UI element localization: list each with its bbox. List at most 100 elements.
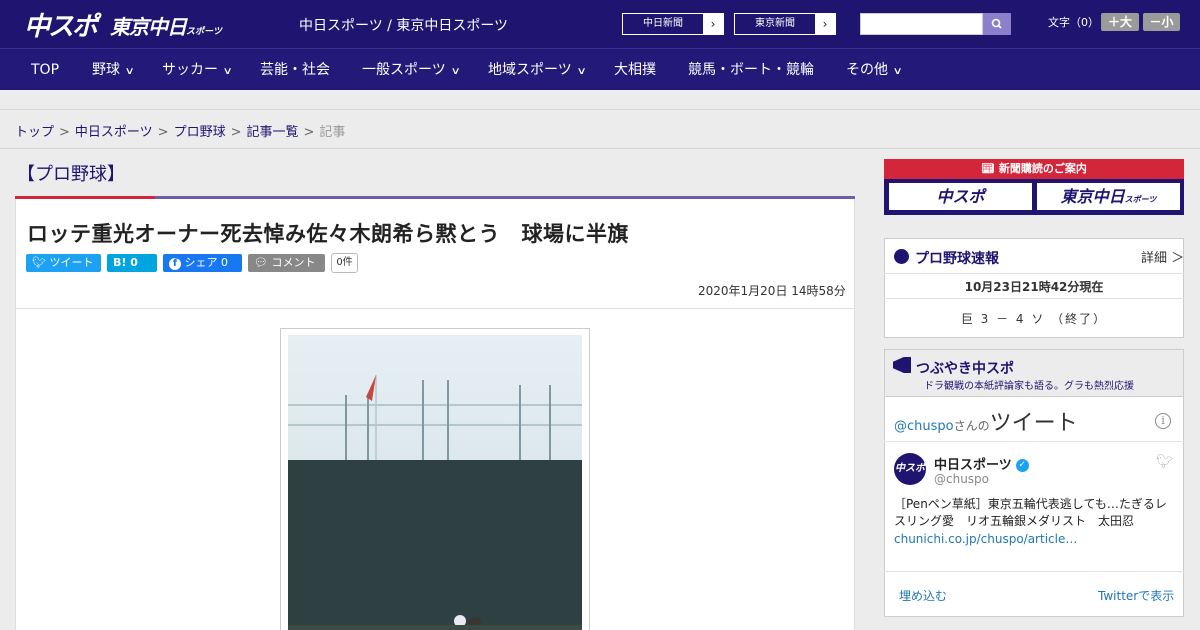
chevron-down-icon: ∨ <box>450 66 461 77</box>
tweet-separator <box>884 441 1184 442</box>
breadcrumb-current: 記事 <box>319 125 346 140</box>
score-updated: 10月23日21時42分現在 <box>964 280 1104 294</box>
chevron-right-icon: › <box>815 14 835 34</box>
breadcrumb-article-list[interactable]: 記事一覧 <box>247 125 299 140</box>
facebook-share-button[interactable]: f シェア 0 <box>163 254 242 272</box>
info-icon[interactable]: i <box>1155 413 1171 429</box>
nav-label: その他 <box>846 62 888 78</box>
title-accent-red <box>15 196 155 199</box>
tweets-by-heading[interactable]: @chuspoさんのツイート <box>894 405 1078 437</box>
chevron-down-icon: ∨ <box>576 66 587 77</box>
font-larger-button[interactable]: ＋大 <box>1101 13 1139 31</box>
breadcrumb-pro-baseball[interactable]: プロ野球 <box>174 125 226 140</box>
tweet-footer-separator <box>884 571 1184 572</box>
site-title[interactable]: 中日スポーツ / 東京中日スポーツ <box>299 15 508 35</box>
speech-bubble-icon: 💬︎ <box>254 256 268 269</box>
tweet-link[interactable]: chunichi.co.jp/chuspo/article… <box>894 532 1077 546</box>
comment-label: コメント <box>271 256 316 269</box>
title-accent-purple <box>155 196 855 199</box>
nav-racing[interactable]: 競馬・ボート・競輪 <box>688 49 814 91</box>
tweet-account-handle[interactable]: @chuspo <box>934 472 989 486</box>
tokyo-chunichi-logo[interactable]: 東京中日スポーツ <box>110 11 222 40</box>
comment-count: 0件 <box>331 253 358 273</box>
tweets-subtitle: ドラ観戦の本紙評論家も語る。グラも熱烈応援 <box>924 381 1134 392</box>
tweets-handle: @chuspo <box>894 419 954 434</box>
nav-label: 大相撲 <box>614 62 656 78</box>
article-divider <box>16 308 854 309</box>
stadium-photo <box>288 335 582 630</box>
subscribe-tokyo-label: 東京中日 <box>1060 187 1125 206</box>
tweets-handle-suffix: さんの <box>953 419 990 433</box>
subscribe-label: 新聞購読のご案内 <box>998 162 1087 175</box>
facebook-icon: f <box>169 258 181 270</box>
chunichi-shimbun-label: 中日新聞 <box>643 18 683 29</box>
verified-icon: ✓ <box>1015 459 1029 472</box>
search-icon <box>991 18 1002 29</box>
nav-label: 競馬・ボート・競輪 <box>688 62 814 78</box>
hatena-label: B! 0 <box>113 256 138 269</box>
view-on-twitter-link[interactable]: Twitterで表示 <box>1098 587 1174 604</box>
nav-top[interactable]: TOP <box>31 49 59 91</box>
breadcrumb-chuspo[interactable]: 中日スポーツ <box>75 125 153 140</box>
comment-button[interactable]: 💬︎ コメント <box>248 254 325 272</box>
tokyo-shimbun-label: 東京新聞 <box>755 18 795 29</box>
tweet-text: ［Penペン草紙］東京五輪代表逃しても…たぎるレスリング愛 リオ五輪銀メダリスト… <box>894 497 1167 528</box>
ad-strip <box>0 90 1200 110</box>
nav-entertainment[interactable]: 芸能・社会 <box>260 49 330 91</box>
tweets-title: つぶやき中スポ <box>916 361 1014 377</box>
subscribe-tokyo-button[interactable]: 東京中日スポーツ <box>1036 182 1181 211</box>
subscribe-tokyo-small: スポーツ <box>1124 195 1157 204</box>
twitter-icon: 🐦︎ <box>32 256 46 269</box>
nav-label: 芸能・社会 <box>260 62 330 78</box>
nav-other[interactable]: その他 ∨ <box>846 49 903 91</box>
facebook-label: シェア 0 <box>184 256 229 269</box>
article-headline: ロッテ重光オーナー死去悼み佐々木朗希ら黙とう 球場に半旗 <box>27 222 629 246</box>
tweets-big-label: ツイート <box>989 411 1078 436</box>
hatena-bookmark-button[interactable]: B! 0 <box>107 254 157 272</box>
article-photo[interactable] <box>288 335 582 630</box>
nav-soccer[interactable]: サッカー ∨ <box>162 49 233 91</box>
breadcrumb-separator: > <box>59 125 70 140</box>
breadcrumb-separator: > <box>230 125 242 140</box>
chevron-down-icon: ∨ <box>892 66 903 77</box>
search-button[interactable] <box>983 13 1011 35</box>
breadcrumb: トップ > 中日スポーツ > プロ野球 > 記事一覧 > 記事 <box>15 121 345 140</box>
nav-label: 地域スポーツ <box>488 62 572 78</box>
breadcrumb-separator: > <box>157 125 169 140</box>
avatar[interactable]: 中スポ <box>894 453 926 485</box>
font-size-label: 文字（0） <box>1048 16 1099 29</box>
score-title: プロ野球速報 <box>915 251 999 267</box>
twitter-bird-icon[interactable]: 🐦︎ <box>1156 454 1174 470</box>
nav-sumo[interactable]: 大相撲 <box>614 49 656 91</box>
score-divider <box>884 298 1184 299</box>
nav-general-sports[interactable]: 一般スポーツ ∨ <box>362 49 461 91</box>
score-game[interactable]: 巨 3 － 4 ソ （終了） <box>884 310 1184 327</box>
chevron-down-icon: ∨ <box>222 66 233 77</box>
score-divider <box>884 273 1184 274</box>
nav-label: サッカー <box>162 62 218 78</box>
breadcrumb-top[interactable]: トップ <box>15 125 54 140</box>
chunichi-shimbun-button[interactable]: 中日新聞 › <box>622 13 724 35</box>
embed-link[interactable]: 埋め込む <box>899 587 947 604</box>
newspaper-icon: 📰︎ <box>981 162 996 175</box>
tweet-button[interactable]: 🐦︎ ツイート <box>26 254 101 272</box>
chevron-down-icon: ∨ <box>124 66 135 77</box>
font-smaller-button[interactable]: －小 <box>1143 13 1180 31</box>
nav-baseball[interactable]: 野球 ∨ <box>92 49 135 91</box>
chevron-right-icon: › <box>703 14 723 34</box>
nav-regional-sports[interactable]: 地域スポーツ ∨ <box>488 49 587 91</box>
nav-label: 一般スポーツ <box>362 62 446 78</box>
subscribe-banner-title: 📰︎ 新聞購読のご案内 <box>884 159 1184 179</box>
tweet-account-name[interactable]: 中日スポーツ ✓ <box>934 454 1029 473</box>
tokyo-shimbun-button[interactable]: 東京新聞 › <box>734 13 836 35</box>
tokyo-chunichi-logo-text: 東京中日 <box>110 15 187 39</box>
score-detail-link[interactable]: 詳細 ＞ <box>1141 247 1184 266</box>
tweet-label: ツイート <box>49 256 94 269</box>
nav-label: TOP <box>31 62 60 78</box>
section-title: 【プロ野球】 <box>17 164 125 185</box>
subscribe-chuspo-button[interactable]: 中スポ <box>888 182 1033 211</box>
chuspo-logo[interactable]: 中スポ <box>24 6 98 43</box>
search-input[interactable] <box>860 13 983 35</box>
breadcrumb-separator: > <box>303 125 315 140</box>
tokyo-chunichi-logo-small: スポーツ <box>186 27 222 37</box>
